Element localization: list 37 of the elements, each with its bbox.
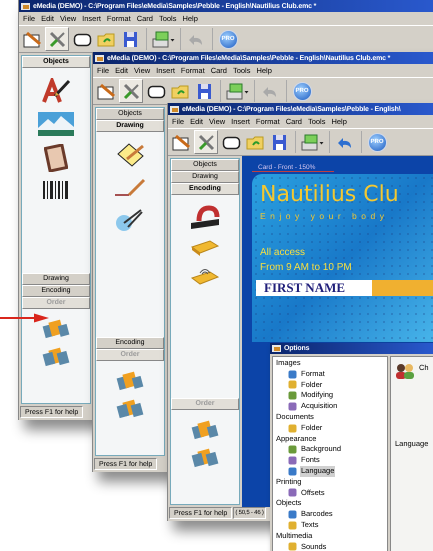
- name-text-box: FIRST NAME: [256, 280, 372, 296]
- document-pencil-icon[interactable]: [22, 30, 42, 48]
- card-tagline: Enjoy your body: [260, 211, 390, 221]
- document-pencil-icon[interactable]: [96, 82, 116, 100]
- card-access-text: All access: [260, 247, 306, 258]
- bring-forward-icon[interactable]: [191, 420, 219, 440]
- app-icon: [272, 344, 282, 353]
- pointer-arrow: [0, 313, 50, 323]
- card-printer-icon[interactable]: [225, 82, 244, 100]
- text-pen-icon[interactable]: [41, 78, 71, 104]
- tools-icon[interactable]: [48, 30, 66, 48]
- tools-icon[interactable]: [196, 132, 216, 152]
- send-backward-icon[interactable]: [42, 347, 70, 367]
- app-icon: [95, 54, 105, 62]
- send-backward-icon[interactable]: [116, 399, 144, 419]
- card-printer-icon[interactable]: [151, 30, 170, 48]
- landscape-photo[interactable]: [38, 112, 74, 136]
- send-backward-icon[interactable]: [191, 448, 219, 468]
- setting-icon: [288, 488, 297, 498]
- line-pencil-icon[interactable]: [114, 176, 146, 198]
- app-icon: [170, 104, 180, 114]
- card-printer-icon[interactable]: [300, 132, 319, 152]
- notepad-pencil-icon[interactable]: [115, 142, 145, 168]
- magnetic-stripe-icon[interactable]: [189, 205, 221, 229]
- document-pencil-icon[interactable]: [172, 132, 190, 152]
- card-title: Nautilius Clu: [260, 182, 400, 207]
- setting-icon: [288, 424, 297, 433]
- tools-icon[interactable]: [122, 82, 140, 100]
- bring-forward-icon[interactable]: [116, 371, 144, 391]
- people-icon: [395, 363, 415, 379]
- portrait-photo[interactable]: [44, 144, 68, 172]
- barcode-icon[interactable]: [42, 180, 70, 202]
- card-band: [372, 280, 433, 296]
- setting-icon: [288, 542, 297, 551]
- app-icon: [21, 2, 31, 10]
- card-hours-text: From 9 AM to 10 PM: [260, 262, 353, 273]
- bring-forward-icon[interactable]: [42, 319, 70, 339]
